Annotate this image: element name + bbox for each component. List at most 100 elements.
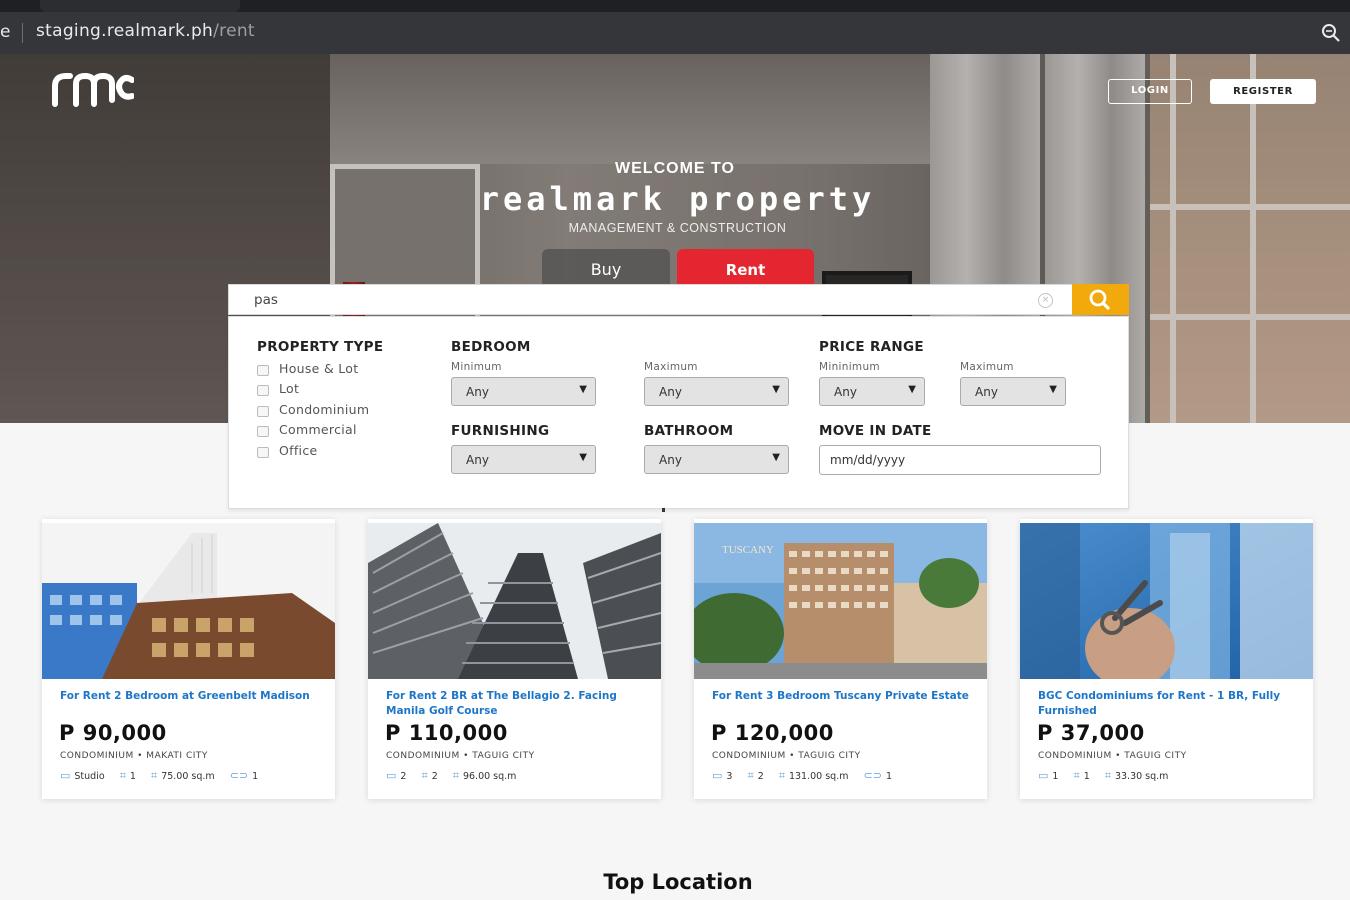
listing-location: CONDOMINIUM • MAKATI CITY	[60, 751, 208, 761]
bathroom-count: 1	[1083, 771, 1090, 782]
bedroom-min-select[interactable]: Any ▼	[451, 377, 596, 406]
listing-photo[interactable]	[368, 523, 661, 679]
bed-icon: ▭	[60, 769, 71, 782]
price-max-label: Maximum	[960, 361, 1014, 373]
listing-photo[interactable]: TUSCANY	[694, 523, 987, 679]
bath-icon: ⌗	[119, 769, 126, 782]
bathroom-heading: BATHROOM	[644, 423, 734, 439]
search-input[interactable]	[229, 285, 1071, 314]
bathroom-select[interactable]: Any ▼	[644, 445, 789, 474]
dropdown-arrow-icon: ▼	[772, 384, 780, 395]
dropdown-arrow-icon: ▼	[908, 384, 916, 395]
car-icon: ⊂⊃	[229, 769, 249, 782]
listing-price: P 110,000	[385, 721, 508, 745]
rmc-logo[interactable]: rmc	[52, 70, 134, 108]
address-bar-url[interactable]: staging.realmark.ph/rent	[36, 21, 255, 41]
bedroom-count: 2	[400, 771, 407, 782]
listing-card[interactable]: TUSCANY For Rent 3 Bedroom Tuscany Priva…	[694, 519, 987, 799]
floor-area: 96.00 sq.m	[462, 771, 517, 782]
welcome-text: WELCOME TO	[615, 160, 735, 177]
bath-icon: ⌗	[421, 769, 428, 782]
address-bar-separator	[22, 23, 23, 43]
bedroom-count: Studio	[74, 771, 105, 782]
property-type-heading: PROPERTY TYPE	[257, 339, 384, 355]
bedroom-max-select[interactable]: Any ▼	[644, 377, 789, 406]
listing-photo[interactable]	[42, 523, 335, 679]
car-icon: ⊂⊃	[863, 769, 882, 782]
bed-icon: ▭	[712, 769, 723, 782]
price-min-label: Mininimum	[819, 361, 880, 373]
checkbox[interactable]	[257, 447, 269, 458]
listing-title[interactable]: BGC Condominiums for Rent - 1 BR, Fully …	[1038, 689, 1298, 719]
listing-title[interactable]: For Rent 3 Bedroom Tuscany Private Estat…	[712, 689, 972, 704]
bathroom-count: 2	[431, 771, 438, 782]
listing-photo[interactable]	[1020, 523, 1313, 679]
search-button[interactable]	[1072, 284, 1129, 315]
tab-rent[interactable]: Rent	[677, 249, 814, 284]
listing-specs: ▭ Studio ⌗ 1 ⌗ 75.00 sq.m ⊂⊃ 1	[60, 769, 270, 783]
move-in-date-heading: MOVE IN DATE	[819, 423, 932, 439]
brand-name: realmark property	[479, 180, 876, 218]
login-button[interactable]: LOGIN	[1108, 79, 1192, 104]
area-icon: ⌗	[150, 769, 158, 782]
search-icon	[1089, 289, 1110, 310]
register-button[interactable]: REGISTER	[1210, 79, 1316, 104]
dropdown-arrow-icon: ▼	[1049, 384, 1057, 395]
price-max-select[interactable]: Any ▼	[960, 377, 1066, 406]
browser-address-bar[interactable]: e staging.realmark.ph/rent	[0, 12, 1350, 54]
listing-card[interactable]: For Rent 2 Bedroom at Greenbelt Madison …	[42, 519, 335, 799]
listing-price: P 37,000	[1037, 721, 1145, 745]
carousel-dot[interactable]	[662, 508, 665, 512]
checkbox[interactable]	[257, 365, 269, 376]
area-icon: ⌗	[452, 769, 459, 782]
zoom-icon[interactable]	[1320, 22, 1342, 44]
bath-icon: ⌗	[1073, 769, 1080, 782]
address-bar-edge-text: e	[0, 22, 11, 42]
parking-count: 1	[252, 771, 259, 782]
browser-tab[interactable]	[40, 0, 240, 12]
bedroom-min-label: Minimum	[451, 361, 502, 373]
furnishing-heading: FURNISHING	[451, 423, 550, 439]
listing-location: CONDOMINIUM • TAGUIG CITY	[712, 751, 861, 761]
furnishing-select[interactable]: Any ▼	[451, 445, 596, 474]
bedroom-count: 1	[1052, 771, 1059, 782]
bed-icon: ▭	[386, 769, 397, 782]
svg-text:TUSCANY: TUSCANY	[722, 544, 774, 556]
tab-buy[interactable]: Buy	[542, 249, 670, 284]
parking-count: 1	[885, 771, 892, 782]
url-path: /rent	[213, 21, 255, 41]
search-bar: ×	[228, 284, 1129, 315]
listing-specs: ▭ 3 ⌗ 2 ⌗ 131.00 sq.m ⊂⊃ 1	[712, 769, 904, 783]
listing-card[interactable]: For Rent 2 BR at The Bellagio 2. Facing …	[368, 519, 661, 799]
bedroom-heading: BEDROOM	[451, 339, 531, 355]
filter-panel: PROPERTY TYPE House & Lot Lot Condominiu…	[228, 316, 1129, 509]
browser-tab-strip	[0, 0, 1350, 12]
bed-icon: ▭	[1038, 769, 1049, 782]
bathroom-count: 1	[129, 771, 136, 782]
listing-price: P 90,000	[59, 721, 167, 745]
top-location-heading: Top Location	[603, 870, 753, 894]
listing-specs: ▭ 1 ⌗ 1 ⌗ 33.30 sq.m	[1038, 769, 1180, 783]
price-min-select[interactable]: Any ▼	[819, 377, 925, 406]
checkbox[interactable]	[257, 426, 269, 437]
checkbox[interactable]	[257, 385, 269, 396]
area-icon: ⌗	[778, 769, 785, 782]
listing-location: CONDOMINIUM • TAGUIG CITY	[386, 751, 535, 761]
listing-card[interactable]: BGC Condominiums for Rent - 1 BR, Fully …	[1020, 519, 1313, 799]
listing-title[interactable]: For Rent 2 Bedroom at Greenbelt Madison	[60, 689, 320, 704]
listing-specs: ▭ 2 ⌗ 2 ⌗ 96.00 sq.m	[386, 769, 528, 783]
bedroom-max-label: Maximum	[644, 361, 698, 373]
url-host: staging.realmark.ph	[36, 21, 214, 41]
listing-title[interactable]: For Rent 2 BR at The Bellagio 2. Facing …	[386, 689, 646, 719]
bathroom-count: 2	[757, 771, 764, 782]
clear-icon[interactable]: ×	[1038, 293, 1053, 308]
listing-price: P 120,000	[711, 721, 834, 745]
floor-area: 131.00 sq.m	[788, 771, 849, 782]
move-in-date-field[interactable]: mm/dd/yyyy	[819, 445, 1101, 475]
dropdown-arrow-icon: ▼	[579, 384, 587, 395]
dropdown-arrow-icon: ▼	[579, 452, 587, 463]
bath-icon: ⌗	[747, 769, 754, 782]
checkbox[interactable]	[257, 406, 269, 417]
price-range-heading: PRICE RANGE	[819, 339, 924, 355]
area-icon: ⌗	[1104, 769, 1111, 782]
